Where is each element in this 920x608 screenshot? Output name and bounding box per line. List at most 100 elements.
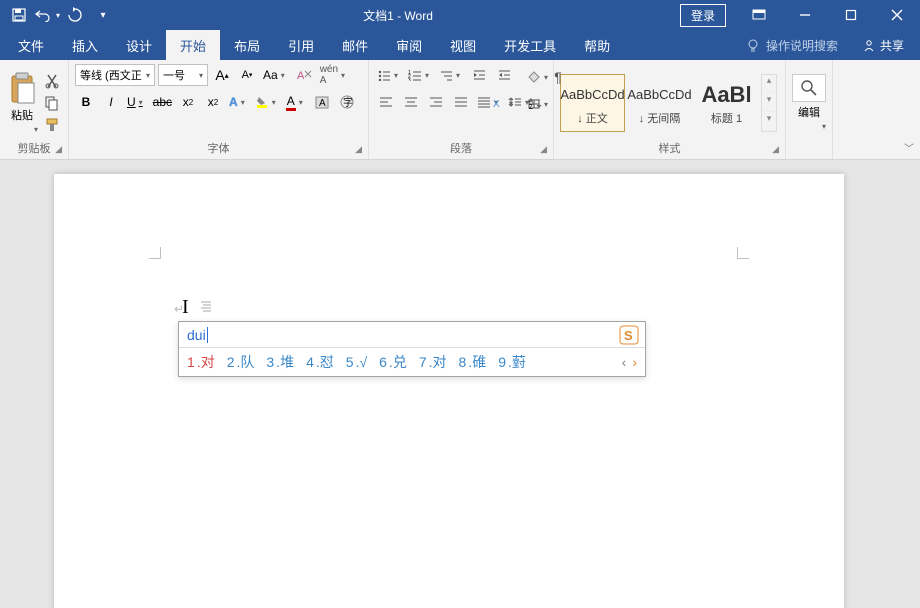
minimize-button[interactable] [782,0,828,30]
ime-cand-num: 3 [266,354,274,370]
ime-candidate-7[interactable]: 7.对 [419,352,447,372]
ime-candidates: 1.对 2.队 3.堆 4.怼 5.√ 6.兑 7.对 8.碓 9.薱 ‹ › [179,348,645,376]
share-button[interactable]: 共享 [850,37,916,54]
clear-formatting-icon[interactable]: A [293,64,315,86]
clipboard-launcher[interactable]: ◢ [55,141,62,157]
document-page[interactable]: ↵ I [54,174,844,608]
tab-layout[interactable]: 布局 [220,30,274,60]
paragraph-launcher[interactable]: ◢ [540,141,547,157]
text-cursor-icon: I [182,296,189,319]
ime-candidate-4[interactable]: 4.怼 [306,352,334,372]
styles-expand-icon[interactable]: ▾ [762,113,776,131]
find-button[interactable] [792,74,826,102]
copy-icon[interactable] [42,93,62,113]
maximize-button[interactable] [828,0,874,30]
align-left-icon[interactable] [375,91,397,113]
ime-candidate-3[interactable]: 3.堆 [266,352,294,372]
styles-gallery-scroll[interactable]: ▴ ▾ ▾ [761,74,777,132]
underline-icon[interactable]: U▾ [125,91,148,113]
superscript-icon[interactable]: x2 [202,91,224,113]
ime-cand-char: 怼 [320,354,334,370]
workspace: ↵ I [0,160,920,608]
styles-launcher[interactable]: ◢ [772,141,779,157]
bold-icon[interactable]: B [75,91,97,113]
style-normal[interactable]: AaBbCcDd ↓ 正文 [560,74,625,132]
tab-review[interactable]: 审阅 [382,30,436,60]
format-painter-icon[interactable] [42,115,62,135]
change-case-icon[interactable]: Aa▾ [261,64,290,86]
show-hide-icon[interactable]: ¶ [547,66,569,88]
strikethrough-icon[interactable]: abc [151,91,174,113]
multilevel-list-icon[interactable]: ▾ [437,64,465,86]
undo-icon[interactable]: ▾ [34,2,60,28]
numbering-icon[interactable]: 123▾ [406,64,434,86]
align-right-icon[interactable] [425,91,447,113]
grow-font-icon[interactable]: A▴ [211,64,233,86]
svg-text:字: 字 [343,96,353,109]
bullets-icon[interactable]: ▾ [375,64,403,86]
tab-mailings[interactable]: 邮件 [328,30,382,60]
collapse-ribbon-icon[interactable]: ﹀ [904,140,914,155]
ime-candidate-2[interactable]: 2.队 [227,352,255,372]
save-icon[interactable] [6,2,32,28]
phonetic-guide-icon[interactable]: wénA▾ [318,64,350,86]
svg-text:S: S [624,328,633,343]
tab-design[interactable]: 设计 [112,30,166,60]
font-color-icon[interactable]: A▾ [284,91,308,113]
style-preview: AaBl [701,80,751,110]
ime-candidate-8[interactable]: 8.碓 [459,352,487,372]
cut-icon[interactable] [42,71,62,91]
align-center-icon[interactable] [400,91,422,113]
style-heading1[interactable]: AaBl 标题 1 [694,74,759,132]
font-name-combo[interactable]: 等线 (西文正▾ [75,64,155,86]
ime-prev-page-icon[interactable]: ‹ [622,354,627,370]
editing-dropdown[interactable]: ▾ [819,122,826,131]
sogou-logo-icon: S [619,325,639,345]
ime-cand-num: 7 [419,354,427,370]
group-styles: AaBbCcDd ↓ 正文 AaBbCcDd ↓ 无间隔 AaBl 标题 1 ▴… [554,60,786,159]
ime-candidate-5[interactable]: 5.√ [346,354,367,370]
tab-view[interactable]: 视图 [436,30,490,60]
styles-scroll-down-icon[interactable]: ▾ [762,94,776,112]
subscript-icon[interactable]: x2 [177,91,199,113]
ime-candidate-1[interactable]: 1.对 [187,352,215,372]
ime-next-page-icon[interactable]: › [632,354,637,370]
decrease-indent-icon[interactable] [468,64,490,86]
styles-scroll-up-icon[interactable]: ▴ [762,75,776,93]
character-shading-icon[interactable]: A [311,91,333,113]
group-paragraph: ▾ 123▾ ▾ ▾ ▾ ▾ ▾ X▾ AZ [369,60,554,159]
tell-me-search[interactable]: 操作说明搜索 [738,37,846,54]
ime-candidate-9[interactable]: 9.薱 [498,352,526,372]
font-size-combo[interactable]: 一号▾ [158,64,208,86]
redo-icon[interactable] [62,2,88,28]
ime-cand-num: 5 [346,354,354,370]
style-name: ↓ 正文 [577,110,608,126]
group-clipboard-label: 剪贴板 [18,143,51,155]
qat-customize-icon[interactable]: ▾ [90,2,116,28]
ribbon-display-icon[interactable] [736,0,782,30]
tab-file[interactable]: 文件 [4,30,58,60]
align-justify-icon[interactable] [450,91,472,113]
tab-home[interactable]: 开始 [166,30,220,60]
login-button[interactable]: 登录 [680,4,726,27]
text-effects-icon[interactable]: A▾ [227,91,250,113]
font-launcher[interactable]: ◢ [355,141,362,157]
tab-help[interactable]: 帮助 [570,30,624,60]
shrink-font-icon[interactable]: A▾ [236,64,258,86]
tab-insert[interactable]: 插入 [58,30,112,60]
highlight-icon[interactable]: ▾ [253,91,281,113]
paste-label: 粘贴 [11,107,33,123]
asian-layout-icon[interactable]: X▾ [490,92,518,114]
italic-icon[interactable]: I [100,91,122,113]
paste-dropdown[interactable]: ▾ [31,125,38,134]
ime-cand-num: 4 [306,354,314,370]
enclose-characters-icon[interactable]: 字 [336,91,358,113]
sort-icon[interactable]: AZ [525,92,547,114]
paste-button[interactable] [6,71,38,105]
tab-developer[interactable]: 开发工具 [490,30,570,60]
ime-candidate-6[interactable]: 6.兑 [379,352,407,372]
tab-references[interactable]: 引用 [274,30,328,60]
style-no-spacing[interactable]: AaBbCcDd ↓ 无间隔 [627,74,692,132]
close-button[interactable] [874,0,920,30]
increase-indent-icon[interactable] [493,64,515,86]
